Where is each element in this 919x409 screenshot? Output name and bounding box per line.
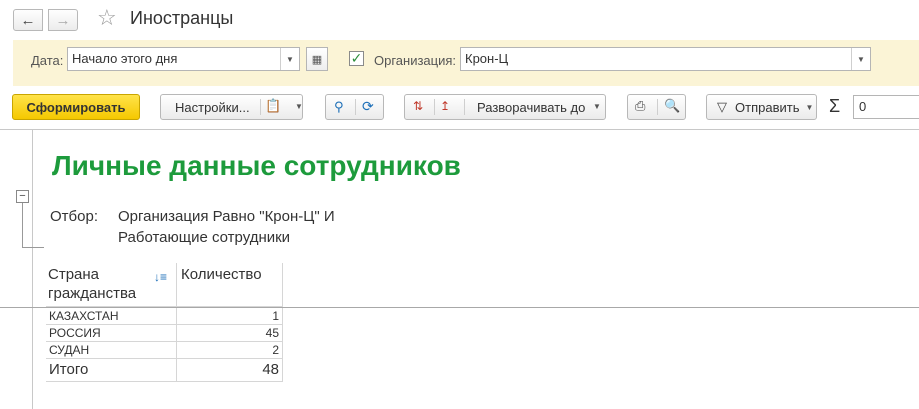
organization-value: Крон-Ц bbox=[465, 51, 509, 66]
settings-button[interactable]: Настройки... bbox=[175, 100, 250, 115]
print-preview-icon[interactable]: 🔍 bbox=[664, 98, 680, 114]
favorite-star-icon[interactable]: ☆ bbox=[97, 5, 117, 31]
column-header-country[interactable]: Страна гражданства ↓≡ bbox=[46, 263, 177, 307]
settings-group: Настройки... 📋 ▼ bbox=[160, 94, 303, 120]
organization-field[interactable]: Крон-Ц ▼ bbox=[460, 47, 871, 71]
search-next-icon[interactable]: ⟳ bbox=[362, 98, 374, 115]
group-bracket bbox=[22, 196, 44, 248]
send-button[interactable]: ▽ Отправить ▼ bbox=[706, 94, 817, 120]
table-row-count: 45 bbox=[177, 325, 283, 342]
chevron-down-icon[interactable]: ▼ bbox=[593, 102, 601, 111]
generate-button[interactable]: Сформировать bbox=[12, 94, 140, 120]
table-row-country: РОССИЯ bbox=[46, 325, 177, 342]
group-collapse-toggle[interactable]: − bbox=[16, 190, 29, 203]
sum-icon: Σ bbox=[829, 96, 841, 116]
table-row-count: 2 bbox=[177, 342, 283, 359]
chevron-down-icon[interactable]: ▼ bbox=[280, 48, 299, 70]
send-icon: ▽ bbox=[717, 99, 727, 114]
search-group: ⚲ ⟳ bbox=[325, 94, 384, 120]
organization-label: Организация: bbox=[374, 53, 457, 68]
expand-all-icon[interactable]: ↥ bbox=[440, 99, 450, 113]
sum-field[interactable]: 0 bbox=[853, 95, 919, 119]
page-title: Иностранцы bbox=[130, 8, 234, 28]
column-header-count[interactable]: Количество bbox=[177, 263, 283, 307]
arrow-right-icon: → bbox=[55, 11, 71, 29]
chevron-down-icon: ▼ bbox=[805, 102, 814, 112]
date-label: Дата: bbox=[31, 53, 64, 68]
report-top-border bbox=[0, 129, 919, 130]
date-value: Начало этого дня bbox=[72, 51, 178, 66]
table-row-count: 1 bbox=[177, 308, 283, 325]
search-icon[interactable]: ⚲ bbox=[334, 99, 344, 115]
back-button[interactable]: ← bbox=[13, 9, 43, 31]
filter-panel: Дата: Начало этого дня ▼ ▦ ✓ Организация… bbox=[13, 40, 919, 86]
calendar-icon: ▦ bbox=[311, 53, 323, 66]
forward-button[interactable]: → bbox=[48, 9, 78, 31]
table-row-country: КАЗАХСТАН bbox=[46, 308, 177, 325]
total-label: Итого bbox=[46, 359, 177, 382]
selection-label: Отбор: bbox=[50, 208, 98, 225]
sort-descending-icon: ↓≡ bbox=[154, 270, 168, 284]
send-label: Отправить bbox=[735, 99, 800, 115]
table-row-country: СУДАН bbox=[46, 342, 177, 359]
date-field[interactable]: Начало этого дня ▼ bbox=[67, 47, 300, 71]
report-title: Личные данные сотрудников bbox=[52, 150, 461, 181]
total-value: 48 bbox=[177, 359, 283, 382]
calendar-button[interactable]: ▦ bbox=[306, 47, 328, 71]
grouping-group: ⇅ ↥ Разворачивать до ▼ bbox=[404, 94, 606, 120]
variant-icon[interactable]: 📋 bbox=[265, 98, 281, 114]
selection-line-2: Работающие сотрудники bbox=[118, 229, 291, 246]
arrow-left-icon: ← bbox=[20, 11, 36, 29]
print-icon[interactable]: ⎙ bbox=[635, 98, 645, 114]
window-header: ← → ☆ Иностранцы bbox=[0, 0, 919, 38]
chevron-down-icon[interactable]: ▼ bbox=[851, 48, 870, 70]
collapse-all-icon[interactable]: ⇅ bbox=[413, 99, 423, 113]
organization-checkbox[interactable]: ✓ bbox=[349, 51, 364, 66]
chevron-down-icon[interactable]: ▼ bbox=[295, 102, 303, 111]
print-group: ⎙ 🔍 bbox=[627, 94, 686, 120]
selection-line-1: Организация Равно "Крон-Ц" И bbox=[118, 208, 335, 225]
gutter-line bbox=[32, 130, 33, 409]
expand-to-button[interactable]: Разворачивать до bbox=[477, 100, 585, 115]
